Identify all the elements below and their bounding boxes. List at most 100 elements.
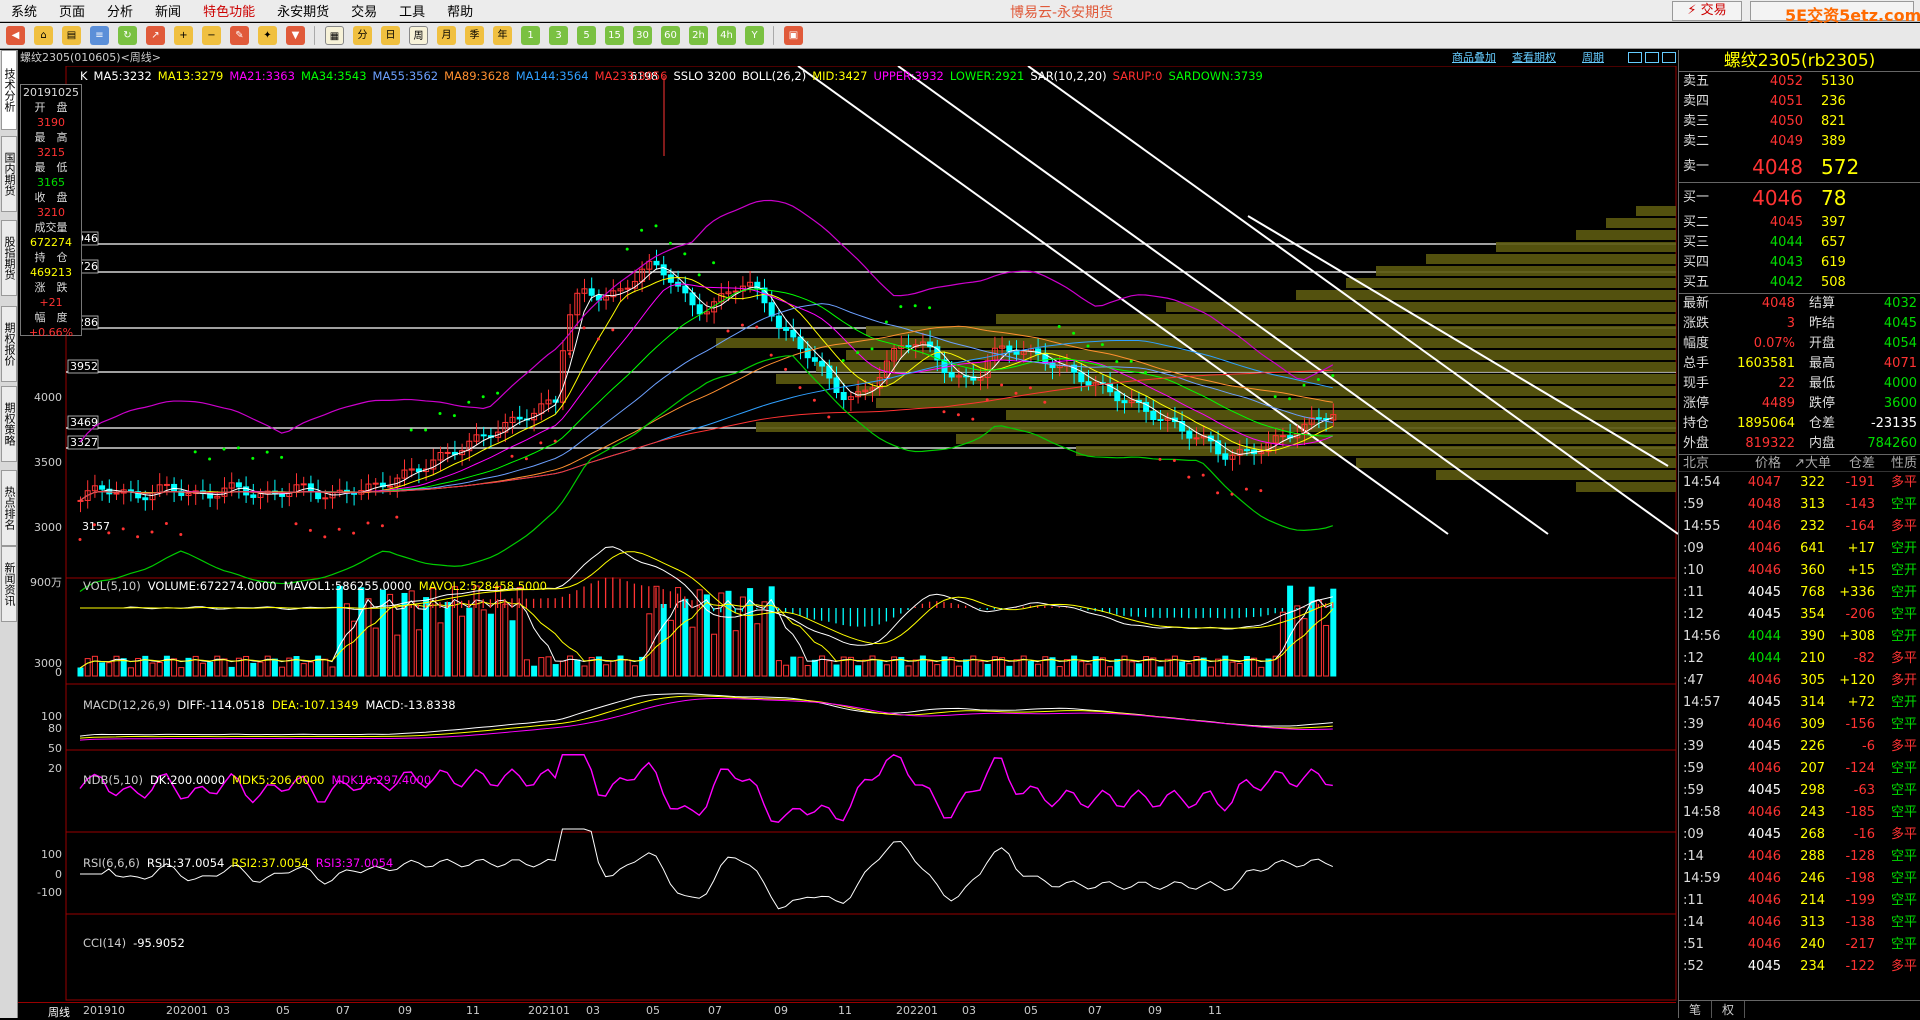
left-tab-2[interactable]: 股指期货 xyxy=(1,220,17,296)
ask-row[interactable]: 卖四 4051 236 xyxy=(1679,92,1920,112)
menu-item-4[interactable]: 特色功能 xyxy=(192,1,266,20)
brush-icon[interactable]: ✦ xyxy=(258,26,277,45)
filter-icon[interactable]: ▼ xyxy=(286,26,305,45)
quote-tab-1[interactable]: 权 xyxy=(1712,1001,1746,1018)
period-1-icon[interactable]: 1 xyxy=(521,26,540,45)
tick-volume: 268 xyxy=(1800,827,1825,842)
period-link[interactable]: 周期 xyxy=(1582,50,1604,66)
candle-body xyxy=(775,315,782,328)
menu-item-0[interactable]: 系统 xyxy=(0,1,48,20)
bid-row[interactable]: 买五 4042 508 xyxy=(1679,273,1920,293)
tick-volume: 214 xyxy=(1800,893,1825,908)
sar-dot xyxy=(1028,386,1032,390)
sar-dot xyxy=(1230,492,1234,496)
tick-list[interactable]: 14:54 4047 322 -191 多平:59 4048 313 -143 空平 14:55 4… xyxy=(1679,472,1920,978)
left-tab-5[interactable]: 热点排名 xyxy=(1,470,17,546)
grid-icon[interactable]: ▦ xyxy=(325,26,344,45)
tick-type: 空平 xyxy=(1890,717,1917,732)
ma-indicator-12: UPPER:3932 xyxy=(873,69,944,83)
calculator-icon[interactable]: ▣ xyxy=(784,26,803,45)
period-week-icon[interactable]: 周 xyxy=(409,26,428,45)
zoom-in-icon[interactable]: + xyxy=(174,26,193,45)
ask-row[interactable]: 卖三 4050 821 xyxy=(1679,112,1920,132)
menu-item-7[interactable]: 工具 xyxy=(388,1,436,20)
volume-bar xyxy=(1135,663,1142,677)
period-5-icon[interactable]: 5 xyxy=(577,26,596,45)
period-30-icon[interactable]: 30 xyxy=(633,26,652,45)
sar-dot xyxy=(92,523,96,527)
menu-item-1[interactable]: 页面 xyxy=(48,1,96,20)
menu-item-8[interactable]: 帮助 xyxy=(436,1,484,20)
ask-row[interactable]: 卖二 4049 389 xyxy=(1679,132,1920,152)
bid-row[interactable]: 买四 4043 619 xyxy=(1679,253,1920,273)
bid-row[interactable]: 买三 4044 657 xyxy=(1679,233,1920,253)
menu-item-5[interactable]: 永安期货 xyxy=(266,1,340,20)
ask-row[interactable]: 卖一 4048 572 xyxy=(1679,152,1920,182)
left-tab-4[interactable]: 期权策略 xyxy=(1,386,17,462)
left-tab-3[interactable]: 期权报价 xyxy=(1,306,17,382)
sar-dot xyxy=(136,535,140,539)
period-year-icon[interactable]: 年 xyxy=(493,26,512,45)
period-15-icon[interactable]: 15 xyxy=(605,26,624,45)
candle-body xyxy=(322,497,329,500)
zoom-out-chart-icon[interactable] xyxy=(1662,52,1676,63)
sar-dot xyxy=(956,413,960,417)
period-minute-icon[interactable]: 分 xyxy=(353,26,372,45)
ask-qty: 389 xyxy=(1821,134,1846,149)
zoom-out-icon[interactable]: − xyxy=(202,26,221,45)
home-icon[interactable]: ⌂ xyxy=(34,26,53,45)
quote-tab-0[interactable]: 笔 xyxy=(1679,1001,1713,1018)
bid-row[interactable]: 买二 4045 397 xyxy=(1679,213,1920,233)
candle-body xyxy=(1121,400,1128,404)
stat-label: 现手 xyxy=(1683,376,1710,391)
volume-bar xyxy=(509,620,516,677)
period-60-icon[interactable]: 60 xyxy=(661,26,680,45)
period-day-icon[interactable]: 日 xyxy=(381,26,400,45)
menu-item-3[interactable]: 新闻 xyxy=(144,1,192,20)
left-tab-0[interactable]: 技术分析 xyxy=(1,50,17,130)
volume-bar xyxy=(711,633,718,677)
x-tick-1: 202001 xyxy=(166,1004,208,1017)
volume-bar xyxy=(984,663,991,677)
candle-body xyxy=(444,451,451,454)
bid-row[interactable]: 买一 4046 78 xyxy=(1679,183,1920,213)
menu-item-6[interactable]: 交易 xyxy=(340,1,388,20)
period-quarter-icon[interactable]: 季 xyxy=(465,26,484,45)
options-link[interactable]: 查看期权 xyxy=(1512,50,1556,66)
trade-button[interactable]: ⚡ 交易 xyxy=(1672,1,1742,21)
tick-time: :39 xyxy=(1683,717,1704,732)
zoom-in-chart-icon[interactable] xyxy=(1645,52,1659,63)
candle-body xyxy=(696,304,703,315)
candle-body xyxy=(113,492,120,495)
period-month-icon[interactable]: 月 xyxy=(437,26,456,45)
volume-bar xyxy=(955,665,962,677)
period-y-icon[interactable]: Y xyxy=(745,26,764,45)
period-4h-icon[interactable]: 4h xyxy=(717,26,736,45)
overlay-link[interactable]: 商品叠加 xyxy=(1452,50,1496,66)
period-2h-icon[interactable]: 2h xyxy=(689,26,708,45)
stat-value-2: 4045 xyxy=(1883,316,1917,331)
tick-price: 4047 xyxy=(1747,475,1781,490)
tick-time: :09 xyxy=(1683,541,1704,556)
ask-row[interactable]: 卖五 4052 5130 xyxy=(1679,72,1920,92)
list-icon[interactable]: ≡ xyxy=(90,26,109,45)
tick-time: 14:54 xyxy=(1683,475,1721,490)
back-icon[interactable]: ◀ xyxy=(6,26,25,45)
period-3-icon[interactable]: 3 xyxy=(549,26,568,45)
volume-bar xyxy=(1107,666,1114,677)
volume-bar xyxy=(1035,663,1042,677)
left-tab-1[interactable]: 国内期货 xyxy=(1,136,17,212)
ask-price: 4052 xyxy=(1769,74,1803,89)
refresh-icon[interactable]: ↻ xyxy=(118,26,137,45)
zoom-fit-icon[interactable] xyxy=(1628,52,1642,63)
stat-label: 涨停 xyxy=(1683,396,1710,411)
tick-price: 4046 xyxy=(1747,915,1781,930)
menu-item-2[interactable]: 分析 xyxy=(96,1,144,20)
ask-price: 4048 xyxy=(1752,155,1803,179)
draw-icon[interactable]: ✎ xyxy=(230,26,249,45)
folder-icon[interactable]: ▤ xyxy=(62,26,81,45)
x-tick-18: 11 xyxy=(1208,1004,1222,1017)
chart-icon[interactable]: ↗ xyxy=(146,26,165,45)
tick-type: 多平 xyxy=(1890,827,1917,842)
left-tab-6[interactable]: 新闻资讯 xyxy=(1,546,17,622)
